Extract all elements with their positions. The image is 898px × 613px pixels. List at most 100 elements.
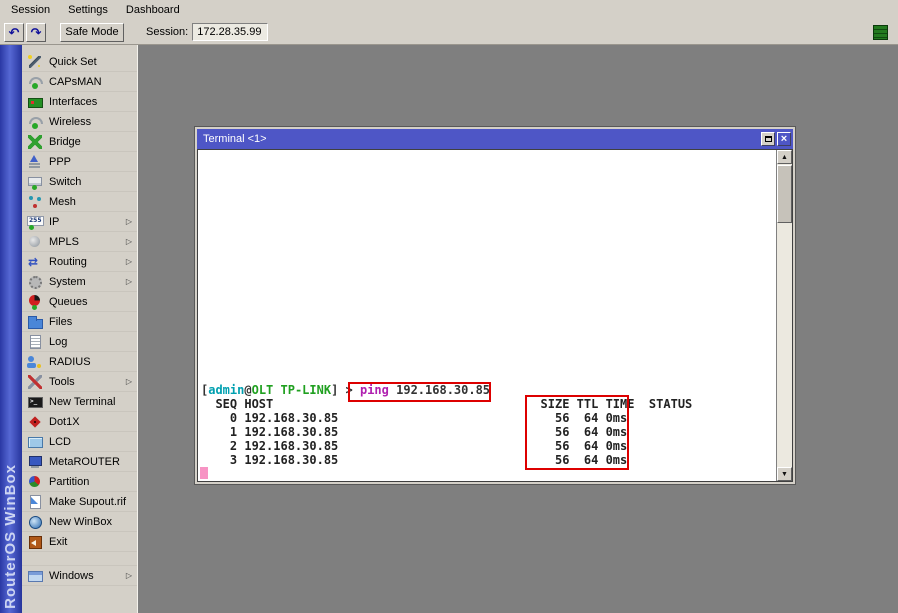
mesh-dots-icon — [27, 194, 43, 210]
winbox-app: Session Settings Dashboard ↶ ↷ Safe Mode… — [0, 0, 898, 613]
sidebar-item-quick-set[interactable]: Quick Set — [22, 52, 137, 72]
sidebar-item-label: Log — [49, 336, 67, 348]
sidebar-item-exit[interactable]: Exit — [22, 532, 137, 552]
sidebar-item-new-terminal[interactable]: New Terminal — [22, 392, 137, 412]
folder-icon — [27, 314, 43, 330]
redo-icon: ↷ — [31, 26, 42, 39]
routeros-winbox-branding: RouterOS WinBox — [2, 464, 19, 609]
sidebar-item-tools[interactable]: Tools▷ — [22, 372, 137, 392]
terminal-body[interactable]: [admin@OLT TP-LINK] > ping 192.168.30.85… — [198, 150, 776, 481]
maximize-button[interactable] — [761, 132, 775, 146]
sidebar-item-label: System — [49, 276, 86, 288]
antenna-icon — [27, 114, 43, 130]
sidebar-item-mpls[interactable]: MPLS ▷ — [22, 232, 137, 252]
close-button[interactable]: × — [777, 132, 791, 146]
winbox-globe-icon — [27, 514, 43, 530]
undo-button[interactable]: ↶ — [4, 23, 24, 42]
annotation-box-command — [348, 382, 491, 402]
sidebar-item-label: Files — [49, 316, 72, 328]
sidebar-item-label: PPP — [49, 156, 71, 168]
scroll-up-button[interactable]: ▲ — [777, 150, 792, 164]
sidebar-item-mesh[interactable]: Mesh — [22, 192, 137, 212]
safe-mode-button[interactable]: Safe Mode — [60, 23, 124, 42]
dot1x-icon — [27, 414, 43, 430]
sidebar-item-label: Dot1X — [49, 416, 80, 428]
sidebar-item-bridge[interactable]: Bridge — [22, 132, 137, 152]
sidebar-item-routing[interactable]: Routing▷ — [22, 252, 137, 272]
pie-chart-icon — [27, 294, 43, 310]
sidebar-item-lcd[interactable]: LCD — [22, 432, 137, 452]
sidebar-item-label: MPLS — [49, 236, 79, 248]
session-address-field[interactable]: 172.28.35.99 — [192, 23, 268, 41]
sidebar-item-ip[interactable]: IP ▷ — [22, 212, 137, 232]
antenna-icon — [27, 74, 43, 90]
tools-icon — [27, 374, 43, 390]
sidebar-item-new-winbox[interactable]: New WinBox — [22, 512, 137, 532]
exit-door-icon — [27, 534, 43, 550]
sidebar-item-queues[interactable]: Queues — [22, 292, 137, 312]
scroll-down-icon: ▼ — [781, 471, 788, 478]
terminal-main: [admin@OLT TP-LINK] > ping 192.168.30.85… — [197, 149, 793, 482]
terminal-titlebar[interactable]: Terminal <1> × — [197, 129, 793, 149]
bridge-arrows-icon — [27, 134, 43, 150]
prompt-host: OLT TP-LINK — [252, 383, 331, 397]
submenu-arrow-icon: ▷ — [126, 571, 132, 580]
terminal-title: Terminal <1> — [203, 133, 761, 145]
sidebar-item-label: Wireless — [49, 116, 91, 128]
menu-bar: Session Settings Dashboard — [0, 0, 898, 20]
prompt-at: @ — [244, 383, 251, 397]
sidebar-item-label: CAPsMAN — [49, 76, 102, 88]
sidebar-item-label: Quick Set — [49, 56, 97, 68]
ip-255-icon — [27, 214, 43, 230]
scrollbar-track[interactable] — [777, 164, 792, 467]
window-icon — [27, 568, 43, 584]
menu-dashboard[interactable]: Dashboard — [117, 1, 189, 19]
sidebar-item-files[interactable]: Files — [22, 312, 137, 332]
routing-arrows-icon — [27, 254, 43, 270]
scroll-up-icon: ▲ — [781, 154, 788, 161]
menu-session[interactable]: Session — [2, 1, 59, 19]
sidebar-item-label: Queues — [49, 296, 88, 308]
scroll-down-button[interactable]: ▼ — [777, 467, 792, 481]
sidebar-item-switch[interactable]: Switch — [22, 172, 137, 192]
network-card-icon — [27, 94, 43, 110]
redo-button[interactable]: ↷ — [26, 23, 46, 42]
switch-icon — [27, 174, 43, 190]
scrollbar-thumb[interactable] — [777, 165, 792, 223]
sidebar-item-label: Interfaces — [49, 96, 97, 108]
sidebar-item-label: Windows — [49, 570, 94, 582]
sidebar-item-label: MetaROUTER — [49, 456, 120, 468]
toolbar: ↶ ↷ Safe Mode Session: 172.28.35.99 — [0, 20, 898, 45]
terminal-window: Terminal <1> × [admin@OLT TP-LINK] > pin… — [195, 127, 795, 484]
globe-icon — [27, 234, 43, 250]
gear-icon — [27, 274, 43, 290]
maximize-icon — [765, 136, 772, 142]
monitor-icon — [27, 454, 43, 470]
terminal-icon — [27, 394, 43, 410]
sidebar-item-capsman[interactable]: CAPsMAN — [22, 72, 137, 92]
sidebar-item-label: LCD — [49, 436, 71, 448]
menu-settings[interactable]: Settings — [59, 1, 117, 19]
close-icon: × — [781, 134, 787, 145]
sidebar-item-system[interactable]: System▷ — [22, 272, 137, 292]
sidebar-item-label: Exit — [49, 536, 67, 548]
sidebar-item-wireless[interactable]: Wireless — [22, 112, 137, 132]
sidebar-item-windows[interactable]: Windows ▷ — [22, 566, 137, 586]
document-icon — [27, 494, 43, 510]
sidebar-item-label: Switch — [49, 176, 81, 188]
terminal-scrollbar[interactable]: ▲ ▼ — [776, 150, 792, 481]
sidebar-item-ppp[interactable]: PPP — [22, 152, 137, 172]
submenu-arrow-icon: ▷ — [126, 237, 132, 246]
sidebar-item-partition[interactable]: Partition — [22, 472, 137, 492]
sidebar-item-log[interactable]: Log — [22, 332, 137, 352]
sidebar-item-label: New WinBox — [49, 516, 112, 528]
session-label: Session: — [146, 26, 188, 38]
sidebar-item-dot1x[interactable]: Dot1X — [22, 412, 137, 432]
submenu-arrow-icon: ▷ — [126, 217, 132, 226]
sidebar-item-metarouter[interactable]: MetaROUTER — [22, 452, 137, 472]
sidebar-item-label: IP — [49, 216, 59, 228]
sidebar-item-radius[interactable]: RADIUS — [22, 352, 137, 372]
sidebar-item-make-supout-rif[interactable]: Make Supout.rif — [22, 492, 137, 512]
sidebar-item-interfaces[interactable]: Interfaces — [22, 92, 137, 112]
magic-wand-icon — [27, 54, 43, 70]
